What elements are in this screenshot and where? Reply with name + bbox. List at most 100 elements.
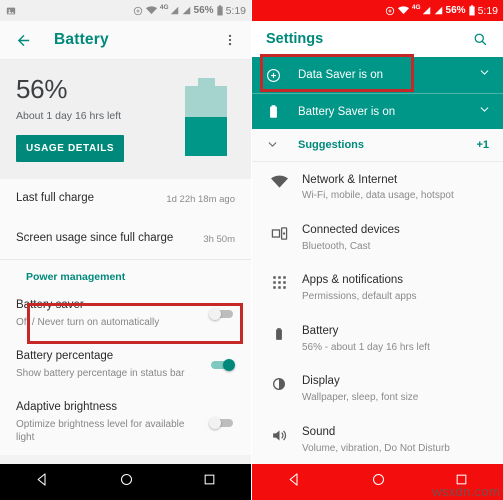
settings-item-network-internet[interactable]: Network & Internet Wi-Fi, mobile, data u… [252,162,503,212]
data-saver-icon [133,6,143,16]
search-icon[interactable] [467,26,493,52]
battery-graphic-fill [185,117,227,156]
status-bar-left-icons [6,6,16,16]
signal-bars-icon [170,6,179,15]
settings-item-title: Sound [302,425,336,438]
settings-item-sound[interactable]: Sound Volume, vibration, Do Not Disturb [252,414,503,464]
battery-icon [266,324,292,342]
signal-bars-icon [434,6,443,15]
banner-battery-saver[interactable]: Battery Saver is on [252,93,503,130]
row-text: Adaptive brightness Optimize brightness … [16,400,209,445]
chevron-down-icon[interactable] [478,66,491,84]
banner-data-saver[interactable]: Data Saver is on [252,57,503,94]
brightness-icon [266,374,292,392]
back-arrow-icon[interactable] [10,27,36,53]
settings-item-text: Battery 56% - about 1 day 16 hrs left [302,324,489,354]
battery-icon [468,5,475,16]
row-title: Screen usage since full charge [16,232,174,245]
settings-item-title: Network & Internet [302,173,398,186]
adaptive-brightness-toggle[interactable] [209,416,235,429]
settings-item-subtitle: Volume, vibration, Do Not Disturb [302,442,450,454]
settings-item-subtitle: Wi-Fi, mobile, data usage, hotspot [302,190,454,202]
row-text: Last full charge [16,191,166,207]
row-value: 1d 22h 18m ago [166,193,235,205]
nav-back-triangle-icon[interactable] [35,472,50,492]
connected-devices-icon [266,223,292,242]
status-clock: 5:19 [225,4,246,17]
status-bar-right-icons: 4G 56% 5:19 [133,4,246,17]
section-header-power-management: Power management [0,260,251,288]
settings-app-bar: Settings [252,21,503,57]
page-title: Battery [54,31,109,48]
row-subtitle: Show battery percentage in status bar [16,367,185,379]
row-text: Battery saver Off / Never turn on automa… [16,298,209,329]
chevron-down-icon[interactable] [478,103,491,121]
left-app-bar: Battery [0,21,251,60]
suggestions-row[interactable]: Suggestions +1 [252,129,503,162]
left-phone-screen: 4G 56% 5:19 Battery 56% About 1 day 16 h… [0,0,252,500]
settings-item-text: Sound Volume, vibration, Do Not Disturb [302,425,489,455]
list-item-adaptive-brightness[interactable]: Adaptive brightness Optimize brightness … [0,390,251,455]
settings-item-text: Connected devices Bluetooth, Cast [302,223,489,253]
settings-item-display[interactable]: Display Wallpaper, sleep, font size [252,363,503,413]
wifi-icon [266,173,292,189]
notification-image-icon [6,6,16,16]
battery-saver-toggle[interactable] [209,308,235,320]
suggestions-label: Suggestions [298,138,365,151]
status-battery-percent: 56% [193,5,214,16]
settings-item-text: Apps & notifications Permissions, defaul… [302,273,489,303]
suggestions-count: +1 [476,138,489,151]
toggle-knob [209,416,221,429]
toggle-knob [209,308,221,320]
row-title: Battery saver [16,299,84,311]
usage-details-button[interactable]: USAGE DETAILS [16,135,125,162]
data-saver-icon [385,6,395,16]
row-subtitle: Off / Never turn on automatically [16,316,160,328]
battery-percentage-toggle[interactable] [209,359,235,372]
nav-back-triangle-icon[interactable] [287,472,302,492]
battery-percent-large: 56% [16,74,68,104]
right-status-bar: 4G 56% 5:19 [252,0,503,21]
chevron-down-icon[interactable] [266,138,290,151]
settings-item-connected-devices[interactable]: Connected devices Bluetooth, Cast [252,212,503,262]
settings-item-apps-notifications[interactable]: Apps & notifications Permissions, defaul… [252,262,503,312]
banner-label: Battery Saver is on [298,105,396,118]
nav-home-circle-icon[interactable] [119,472,134,492]
data-saver-icon [266,68,290,83]
settings-item-subtitle: Permissions, default apps [302,291,417,303]
list-item[interactable]: Screen usage since full charge 3h 50m [0,219,251,259]
status-battery-percent: 56% [445,5,466,16]
settings-item-title: Connected devices [302,223,400,236]
row-text: Battery percentage Show battery percenta… [16,349,209,380]
status-clock: 5:19 [477,4,498,17]
nav-recents-square-icon[interactable] [203,473,216,491]
wifi-icon [397,6,409,15]
more-vertical-icon[interactable] [217,27,243,53]
list-item[interactable]: Last full charge 1d 22h 18m ago [0,179,251,219]
battery-graphic [185,78,227,156]
settings-item-title: Battery [302,324,339,337]
network-type-label: 4G [159,4,169,11]
banner-label: Data Saver is on [298,69,384,82]
row-title: Battery percentage [16,350,114,363]
row-subtitle: Optimize brightness level for available … [16,418,185,444]
settings-item-subtitle: Bluetooth, Cast [302,240,371,252]
settings-item-title: Display [302,375,340,388]
settings-item-battery[interactable]: Battery 56% - about 1 day 16 hrs left [252,313,503,363]
list-item-battery-percentage[interactable]: Battery percentage Show battery percenta… [0,339,251,390]
battery-summary-text: 56% About 1 day 16 hrs left USAGE DETAIL… [16,74,185,162]
battery-summary-card: 56% About 1 day 16 hrs left USAGE DETAIL… [0,60,251,179]
status-bar-right-icons: 4G 56% 5:19 [385,4,498,17]
watermark: wsxdn.com [432,484,500,499]
nav-home-circle-icon[interactable] [371,472,386,492]
settings-item-subtitle: 56% - about 1 day 16 hrs left [302,341,430,353]
left-nav-bar [0,464,251,500]
list-item-battery-saver[interactable]: Battery saver Off / Never turn on automa… [0,288,251,339]
apps-grid-icon [266,273,292,290]
dual-screenshot-container: 4G 56% 5:19 Battery 56% About 1 day 16 h… [0,0,503,500]
settings-item-text: Display Wallpaper, sleep, font size [302,374,489,404]
row-text: Screen usage since full charge [16,231,203,247]
settings-item-text: Network & Internet Wi-Fi, mobile, data u… [302,173,489,203]
battery-estimate: About 1 day 16 hrs left [16,110,122,122]
settings-item-title: Apps & notifications [302,274,404,287]
